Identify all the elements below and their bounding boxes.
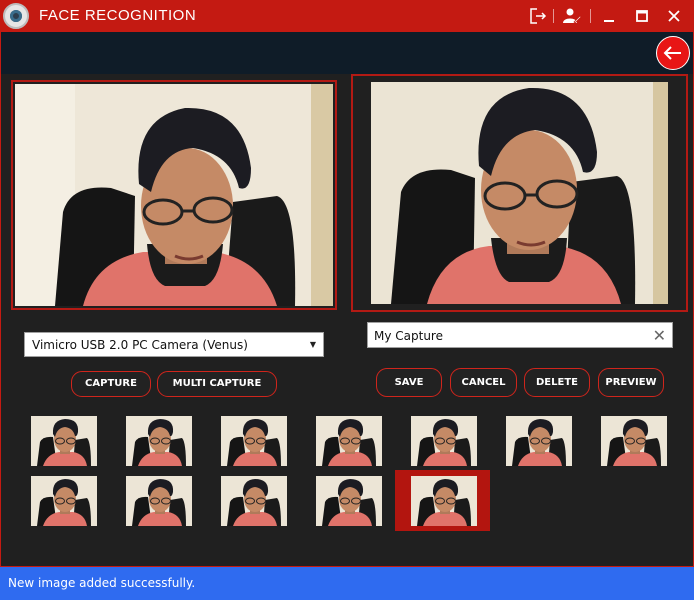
multi-capture-button[interactable]: MULTI CAPTURE: [157, 371, 277, 397]
thumbnail[interactable]: [506, 416, 572, 466]
save-button[interactable]: SAVE: [376, 368, 442, 397]
close-icon[interactable]: [664, 6, 684, 26]
thumbnail[interactable]: [126, 476, 192, 526]
capture-name-input[interactable]: My Capture ✕: [367, 322, 673, 348]
toolbar: [1, 32, 693, 74]
camera-feed-image: [15, 84, 333, 306]
title-bar: FACE RECOGNITION: [0, 0, 694, 32]
thumbnail[interactable]: [31, 416, 97, 466]
status-bar: New image added successfully.: [0, 567, 694, 600]
thumbnail[interactable]: [316, 476, 382, 526]
capture-name-value: My Capture: [374, 329, 443, 343]
arrow-left-icon: [663, 46, 681, 60]
titlebar-separator: [553, 9, 554, 23]
delete-button[interactable]: DELETE: [524, 368, 590, 397]
window-title: FACE RECOGNITION: [39, 7, 197, 24]
thumbnail[interactable]: [221, 416, 287, 466]
thumbnail[interactable]: [601, 416, 667, 466]
maximize-icon[interactable]: [632, 6, 652, 26]
thumbnail[interactable]: [31, 476, 97, 526]
camera-select[interactable]: Vimicro USB 2.0 PC Camera (Venus) ▼: [24, 332, 324, 357]
logout-icon[interactable]: [528, 6, 548, 26]
user-edit-icon[interactable]: [562, 6, 582, 26]
minimize-icon[interactable]: [599, 6, 619, 26]
clear-icon[interactable]: ✕: [653, 326, 666, 345]
capture-button[interactable]: CAPTURE: [71, 371, 151, 397]
preview-frame: [351, 74, 688, 312]
preview-image: [371, 82, 668, 304]
back-button[interactable]: [656, 36, 690, 70]
thumbnail[interactable]: [126, 416, 192, 466]
app-logo-icon: [3, 3, 29, 29]
titlebar-separator: [590, 9, 591, 23]
chevron-down-icon: ▼: [309, 340, 316, 349]
cancel-button[interactable]: CANCEL: [450, 368, 517, 397]
thumbnail[interactable]: [221, 476, 287, 526]
camera-select-value: Vimicro USB 2.0 PC Camera (Venus): [32, 338, 248, 352]
thumbnail[interactable]: [316, 416, 382, 466]
preview-button[interactable]: PREVIEW: [598, 368, 664, 397]
camera-feed-frame: [11, 80, 337, 310]
thumbnail-selected[interactable]: [411, 476, 477, 526]
thumbnail[interactable]: [411, 416, 477, 466]
status-message: New image added successfully.: [8, 576, 196, 590]
